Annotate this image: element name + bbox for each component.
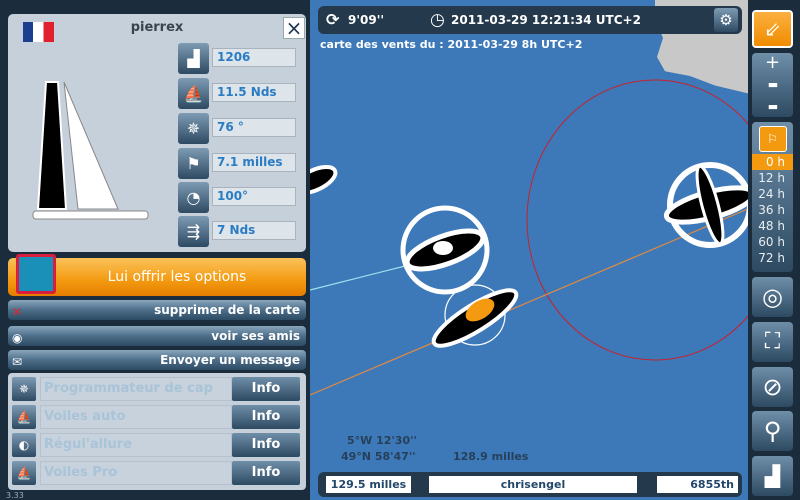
gift-options-button[interactable]: Lui offrir les options — [8, 254, 306, 296]
sails-icon: ⛵ — [12, 405, 36, 429]
hide-messages-button[interactable]: ⊘ — [752, 367, 793, 407]
fit-view-button[interactable]: ⛶ — [752, 322, 793, 362]
option-label: Voiles Pro — [40, 461, 232, 485]
forecast-12h[interactable]: 12 h — [752, 170, 793, 186]
stat-distance-value: 7.1 milles — [212, 153, 296, 172]
magnifier-icon: ⚲ — [763, 417, 782, 445]
wind-speed-icon: ⇶ — [178, 216, 209, 247]
forecast-0h[interactable]: 0 h — [752, 154, 793, 170]
windsock-icon[interactable]: ⚐ — [758, 126, 787, 152]
trajectory-line-cyan — [310, 265, 406, 291]
envelope-icon: ✉ — [12, 355, 23, 369]
player-rank: 6855th — [657, 476, 738, 493]
player-panel: pierrex × ▟ 1206 ⛵ 11.5 Nds ✵ 76 ° ⚑ 7.1 mil… — [0, 0, 310, 500]
wind-forecast-panel: ⚐ 0 h 12 h 24 h 36 h 48 h 60 h 72 h — [752, 122, 793, 272]
option-label: Régul'allure — [40, 433, 232, 457]
zoom-slider[interactable]: +▬▬− — [752, 53, 793, 137]
option-label: Programmateur de cap — [40, 377, 232, 401]
boat-sail-illustration — [32, 81, 149, 220]
option-label: Voiles auto — [40, 405, 232, 429]
gift-label: Lui offrir les options — [107, 269, 247, 285]
bottom-bar: 129.5 milles chrisengel 6855th — [318, 472, 742, 497]
top-bar: ⟳ 9'09'' ◷ 2011-03-29 12:21:34 UTC+2 ⚙ — [318, 6, 742, 34]
gift-icon — [16, 254, 56, 294]
stat-ranking-value: 1206 — [212, 48, 296, 67]
minimize-panel-button[interactable]: ⇙ — [752, 10, 793, 48]
forecast-48h[interactable]: 48 h — [752, 218, 793, 234]
podium-icon: ▟ — [764, 464, 781, 488]
info-button[interactable]: Info — [232, 405, 300, 429]
boat-partial-left — [310, 165, 338, 195]
right-toolbar: ⇙ +▬▬− ⚐ 0 h 12 h 24 h 36 h 48 h 60 h 72… — [748, 0, 800, 500]
info-button[interactable]: Info — [232, 461, 300, 485]
close-button[interactable]: × — [283, 17, 305, 39]
refresh-timer: 9'09'' — [348, 13, 385, 27]
friends-button[interactable]: ◎ — [752, 277, 793, 317]
message-label: Envoyer un message — [160, 353, 300, 367]
forecast-60h[interactable]: 60 h — [752, 234, 793, 250]
sea-map[interactable]: ⟳ 9'09'' ◷ 2011-03-29 12:21:34 UTC+2 ⚙ c… — [310, 0, 750, 500]
refresh-icon[interactable]: ⟳ — [326, 6, 339, 34]
wind-map-date: carte des vents du : 2011-03-29 8h UTC+2 — [320, 38, 583, 51]
sails-plus-icon: ⛵ — [12, 461, 36, 485]
player-name: pierrex — [130, 20, 184, 35]
info-button[interactable]: Info — [232, 377, 300, 401]
option-row: ✵ Programmateur de cap Info — [12, 377, 300, 401]
map-overlay — [310, 79, 750, 396]
search-button[interactable]: ⚲ — [752, 411, 793, 451]
clock-icon: ◷ — [430, 10, 445, 30]
boat-friend — [400, 205, 490, 295]
options-panel: ✵ Programmateur de cap Info ⛵ Voiles auto In… — [8, 373, 306, 490]
remove-from-map-button[interactable]: ✕ supprimer de la carte — [8, 300, 306, 320]
forecast-24h[interactable]: 24 h — [752, 186, 793, 202]
cursor-distance: 128.9 milles — [453, 450, 529, 463]
current-datetime: 2011-03-29 12:21:34 UTC+2 — [451, 13, 641, 27]
regulator-icon: ◐ — [12, 433, 36, 457]
stat-wind-angle-value: 100° — [212, 187, 296, 206]
expand-corners-icon: ⛶ — [764, 329, 781, 354]
friends-icon: ◉ — [12, 331, 23, 345]
send-message-button[interactable]: ✉ Envoyer un message — [8, 350, 306, 370]
buoy-distance-icon: ⚑ — [178, 148, 209, 179]
boat-player-selected — [663, 162, 750, 248]
stat-wind-speed-value: 7 Nds — [212, 221, 296, 240]
remove-label: supprimer de la carte — [154, 303, 300, 317]
wind-angle-icon: ◔ — [178, 182, 209, 213]
option-row: ⛵ Voiles auto Info — [12, 405, 300, 429]
friends-label: voir ses amis — [211, 329, 300, 343]
remove-x-icon: ✕ — [12, 305, 23, 319]
player-name-field[interactable]: chrisengel — [429, 476, 637, 493]
ranking-button[interactable]: ▟ — [752, 456, 793, 496]
no-message-icon: ⊘ — [762, 373, 783, 401]
version-label: 3.33 — [6, 491, 24, 500]
compass-heading-icon: ✵ — [178, 113, 209, 144]
ranking-podium-icon: ▟ — [178, 43, 209, 74]
option-row: ◐ Régul'allure Info — [12, 433, 300, 457]
option-row: ⛵ Voiles Pro Info — [12, 461, 300, 485]
forecast-72h[interactable]: 72 h — [752, 250, 793, 266]
cursor-longitude: 5°W 12'30'' — [347, 434, 417, 447]
forecast-36h[interactable]: 36 h — [752, 202, 793, 218]
stat-speed-value: 11.5 Nds — [212, 83, 296, 102]
player-card: pierrex × ▟ 1206 ⛵ 11.5 Nds ✵ 76 ° ⚑ 7.1 mil… — [8, 14, 306, 252]
stat-heading-value: 76 ° — [212, 118, 296, 137]
compass-icon: ✵ — [12, 377, 36, 401]
cursor-latitude: 49°N 58'47'' — [341, 450, 416, 463]
friends-group-icon: ◎ — [762, 283, 783, 311]
see-friends-button[interactable]: ◉ voir ses amis — [8, 326, 306, 346]
player-distance: 129.5 milles — [326, 476, 411, 493]
settings-gear-button[interactable]: ⚙ — [714, 8, 738, 32]
sail-speed-icon: ⛵ — [178, 78, 209, 109]
info-button[interactable]: Info — [232, 433, 300, 457]
